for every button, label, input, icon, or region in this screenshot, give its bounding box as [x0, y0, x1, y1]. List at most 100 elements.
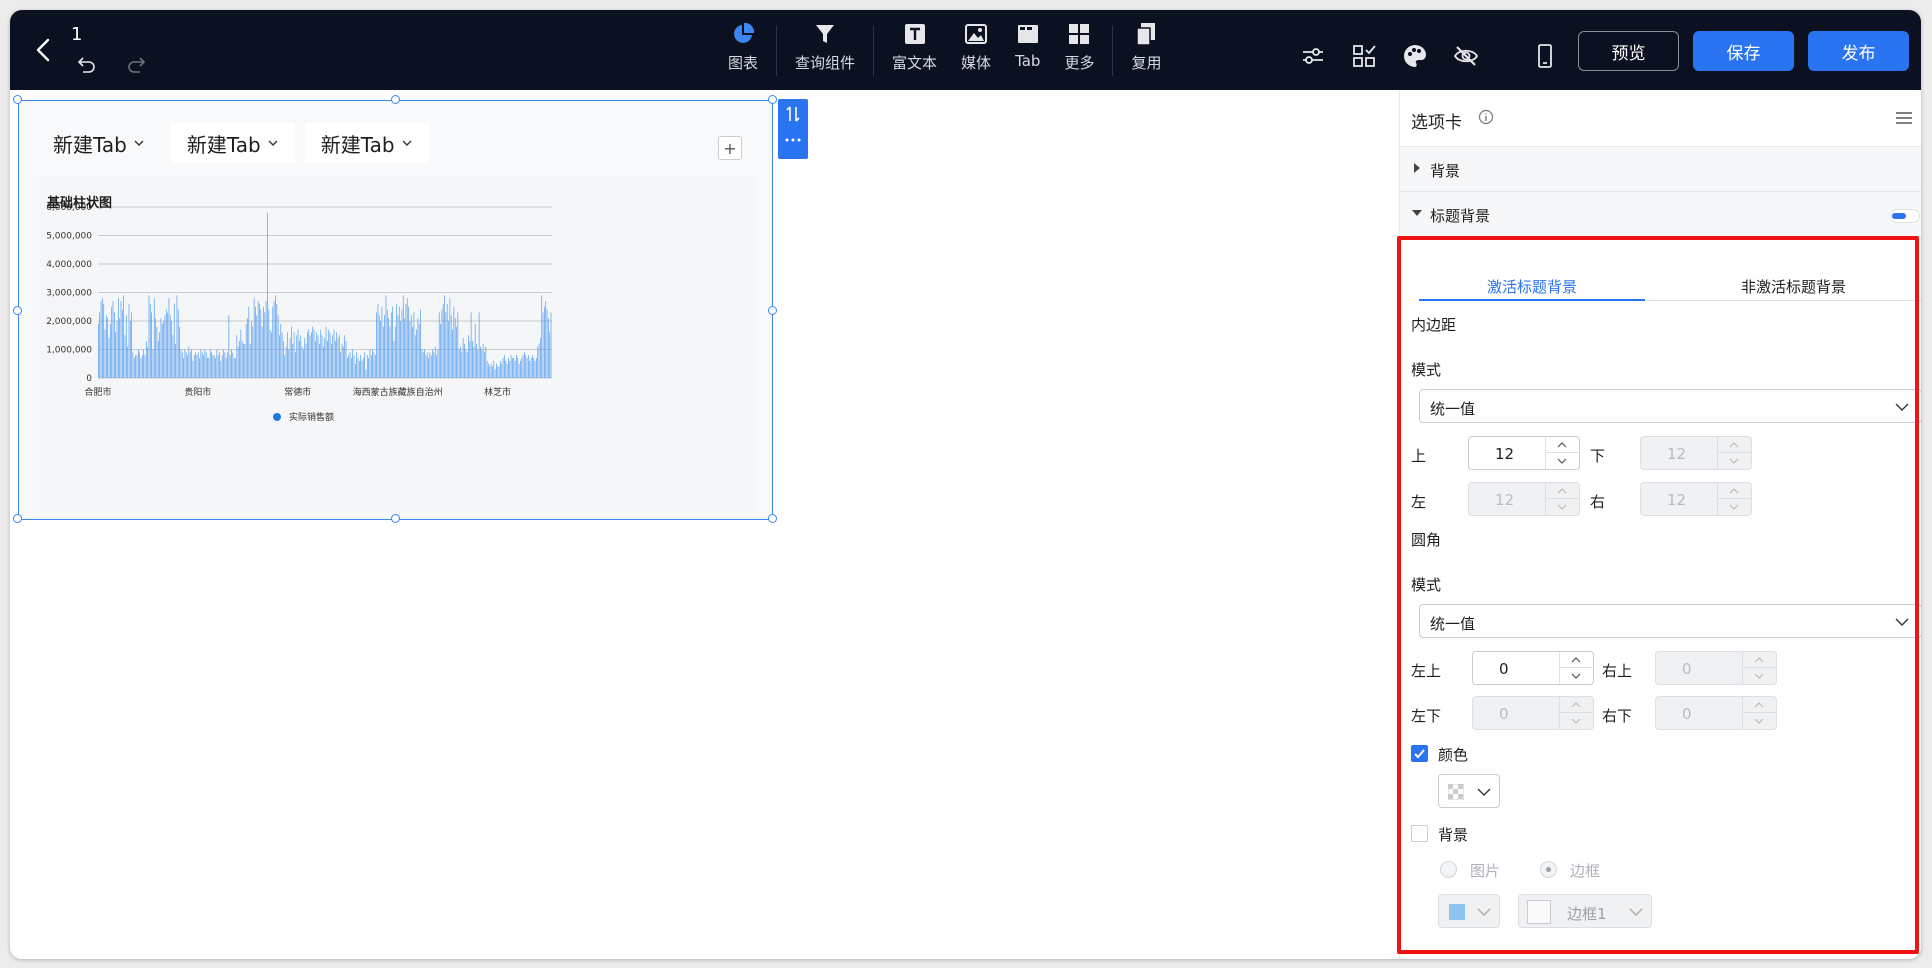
bar — [105, 315, 107, 378]
bar — [181, 352, 183, 378]
tool-richtext[interactable]: 富文本 — [880, 22, 949, 84]
bar — [289, 338, 291, 378]
swap-icon[interactable] — [785, 105, 801, 123]
background-checkbox[interactable] — [1411, 825, 1428, 842]
toolbar-divider — [1112, 26, 1114, 76]
list-menu-icon[interactable] — [1895, 110, 1913, 126]
stepper — [1742, 697, 1777, 729]
dashboard-title[interactable]: 1 — [71, 24, 82, 45]
resize-handle[interactable] — [768, 306, 777, 315]
widget-side-toolbar — [778, 99, 808, 159]
padding-left-input[interactable]: 12 — [1468, 482, 1580, 516]
palette-icon[interactable] — [1402, 43, 1428, 69]
radius-tr-input[interactable]: 0 — [1655, 651, 1777, 685]
y-tick-label: 4,000,000 — [46, 260, 92, 270]
resize-handle[interactable] — [768, 95, 777, 104]
resize-handle[interactable] — [768, 514, 777, 523]
bar — [261, 326, 263, 378]
bar — [144, 355, 146, 378]
background-color-picker[interactable] — [1438, 894, 1500, 928]
section-background[interactable]: 背景 — [1400, 147, 1921, 192]
stepper-down[interactable] — [1560, 668, 1594, 684]
bar — [392, 306, 393, 378]
tool-media[interactable]: 媒体 — [949, 22, 1003, 84]
radius-mode-select[interactable]: 统一值 — [1419, 604, 1921, 638]
resize-handle[interactable] — [391, 95, 400, 104]
bar — [464, 343, 465, 378]
bar — [546, 309, 548, 378]
radio-border[interactable] — [1540, 861, 1557, 878]
title-background-toggle[interactable] — [1890, 209, 1920, 223]
padding-bottom-label: 下 — [1590, 447, 1606, 465]
bar — [223, 349, 224, 378]
bar — [293, 332, 295, 378]
stepper-up[interactable] — [1718, 483, 1752, 499]
mobile-icon[interactable] — [1532, 43, 1558, 69]
bar — [522, 355, 524, 378]
bar — [233, 358, 235, 378]
info-icon[interactable] — [1478, 109, 1494, 125]
resize-handle[interactable] — [13, 95, 22, 104]
bar — [452, 329, 453, 378]
subtab-inactive-title[interactable]: 非激活标题背景 — [1741, 276, 1846, 297]
subtab-active-title[interactable]: 激活标题背景 — [1487, 276, 1577, 297]
stepper-up[interactable] — [1560, 697, 1594, 713]
border-style-select[interactable]: 边框1 — [1518, 894, 1652, 928]
back-arrow-icon[interactable] — [32, 36, 56, 64]
color-picker[interactable] — [1438, 774, 1500, 808]
radius-tl-input[interactable]: 0 — [1472, 651, 1594, 685]
tool-tab[interactable]: Tab — [1003, 22, 1052, 84]
radio-image[interactable] — [1440, 861, 1457, 878]
redo-icon[interactable] — [126, 54, 146, 74]
resize-handle[interactable] — [13, 306, 22, 315]
resize-handle[interactable] — [391, 514, 400, 523]
editor-canvas[interactable]: 新建Tab 新建Tab 新建Tab + 6,000,000 5,000,000 4,… — [10, 90, 1399, 959]
radius-bl-input[interactable]: 0 — [1472, 696, 1594, 730]
padding-bottom-input[interactable]: 12 — [1640, 436, 1752, 470]
tool-reuse[interactable]: 复用 — [1119, 22, 1173, 84]
preview-button[interactable]: 预览 — [1578, 31, 1679, 71]
bar — [510, 355, 512, 378]
stepper-down[interactable] — [1743, 668, 1777, 684]
stepper-up[interactable] — [1743, 697, 1777, 713]
stepper-up[interactable] — [1546, 437, 1580, 453]
undo-icon[interactable] — [77, 54, 97, 74]
stepper-up[interactable] — [1743, 652, 1777, 668]
padding-mode-select[interactable]: 统一值 — [1419, 389, 1921, 423]
publish-button[interactable]: 发布 — [1808, 31, 1909, 71]
top-toolbar: 1 图表 查询组件 富文本 媒体 Tab 更多 复用 预览 保存 发布 — [10, 10, 1921, 90]
resize-handle[interactable] — [13, 514, 22, 523]
padding-top-input[interactable]: 12 — [1468, 436, 1580, 470]
tab-widget[interactable]: 新建Tab 新建Tab 新建Tab + 6,000,000 5,000,000 4,… — [13, 95, 777, 523]
stepper-down[interactable] — [1560, 713, 1594, 729]
bar — [157, 340, 159, 378]
bar — [417, 318, 419, 378]
bar — [354, 363, 356, 378]
stepper — [1717, 437, 1752, 469]
sliders-icon[interactable] — [1300, 43, 1326, 69]
tool-query[interactable]: 查询组件 — [783, 22, 867, 84]
section-title-background[interactable]: 标题背景 — [1400, 192, 1921, 237]
stepper-down[interactable] — [1546, 453, 1580, 469]
stepper-down[interactable] — [1743, 713, 1777, 729]
save-button[interactable]: 保存 — [1693, 31, 1794, 71]
stepper-up[interactable] — [1718, 437, 1752, 453]
bar — [201, 352, 203, 378]
tool-more[interactable]: 更多 — [1052, 22, 1106, 84]
stepper-down[interactable] — [1718, 453, 1752, 469]
chart-title: 基础柱状图 — [47, 196, 113, 211]
stepper-down[interactable] — [1546, 499, 1580, 515]
radius-br-input[interactable]: 0 — [1655, 696, 1777, 730]
layout-check-icon[interactable] — [1351, 43, 1377, 69]
chevron-down-icon — [1477, 908, 1491, 916]
stepper-up[interactable] — [1546, 483, 1580, 499]
color-checkbox[interactable] — [1411, 745, 1428, 762]
stepper-down[interactable] — [1718, 499, 1752, 515]
more-icon[interactable] — [785, 137, 801, 143]
stepper-up[interactable] — [1560, 652, 1594, 668]
eye-off-icon[interactable] — [1453, 43, 1479, 69]
bar — [516, 355, 517, 378]
tool-chart[interactable]: 图表 — [716, 22, 770, 84]
bar — [109, 323, 111, 378]
padding-right-input[interactable]: 12 — [1640, 482, 1752, 516]
